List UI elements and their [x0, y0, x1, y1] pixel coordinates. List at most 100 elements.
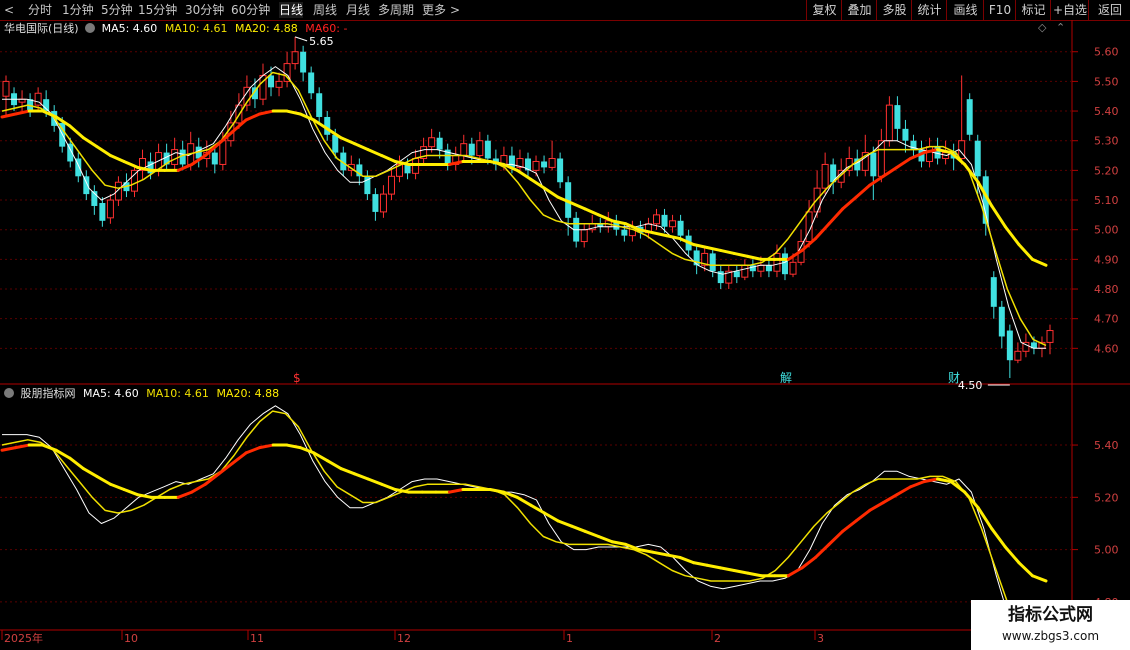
- candle-body-down: [1006, 330, 1013, 361]
- candle-body-down: [765, 265, 772, 272]
- sub-ma20-line-segment: [881, 493, 899, 505]
- candle-body-up: [387, 175, 395, 195]
- candle-body-down: [99, 203, 106, 221]
- candle-body-up: [773, 252, 781, 272]
- ma20-line-segment: [583, 207, 601, 217]
- candle-body-up: [379, 193, 387, 213]
- sub-ma20-line-segment: [814, 542, 831, 559]
- sub-ma20-line-segment: [95, 474, 112, 486]
- sub-ma20-line-segment: [488, 487, 506, 494]
- ma20-line-segment: [380, 154, 397, 163]
- high-pointer: [294, 36, 308, 42]
- watermark-title: 指标公式网: [1008, 605, 1093, 625]
- sub-ma20-line-segment: [529, 503, 546, 515]
- ma20-line-segment: [529, 177, 546, 190]
- ma20-line-segment: [366, 148, 384, 158]
- candle-body-down: [211, 152, 218, 165]
- candle-body-up: [1014, 350, 1022, 361]
- ma20-line-segment: [854, 183, 872, 199]
- date-tick-label: 2: [714, 632, 721, 645]
- candle-body-up: [757, 264, 765, 272]
- ma20-line-segment: [122, 159, 140, 169]
- y-tick-label: 4.60: [1094, 342, 1119, 355]
- sub-ma20-line-segment: [610, 540, 628, 546]
- candle-body-down: [966, 99, 973, 135]
- ma20-line-segment: [895, 157, 912, 169]
- main-y-ticks: 5.60 5.50 5.40 5.30 5.20 5.10 5.00 4.90 4.80 4.70…: [1072, 46, 1119, 355]
- candle-body-down: [557, 158, 564, 183]
- ma20-line-segment: [746, 254, 763, 261]
- ma20-line-segment: [176, 162, 194, 172]
- sub-ma20-line-segment: [1030, 574, 1048, 583]
- ma20-line-segment: [285, 109, 302, 116]
- sub-ma20-line-segment: [678, 555, 695, 565]
- ma20-line-segment: [664, 234, 682, 241]
- ma20-line-segment: [990, 204, 1007, 229]
- sub-ma20-line-segment: [285, 443, 302, 450]
- ma20-line-segment: [841, 195, 858, 211]
- sub-ma20-line-segment: [868, 501, 885, 512]
- ma20-line-segment: [244, 112, 262, 122]
- sub-ma20-line-segment: [68, 456, 85, 471]
- sub-ma20-line-segment: [556, 519, 573, 528]
- ma20-line-segment: [1030, 257, 1048, 267]
- candle-body-up: [130, 169, 138, 192]
- candle-body-down: [621, 229, 628, 236]
- sub-ma20-line-segment: [353, 472, 370, 481]
- candle-body-up: [741, 264, 749, 278]
- sub-y-tick-label: 5.20: [1094, 491, 1119, 504]
- y-tick-label: 5.20: [1094, 164, 1119, 177]
- candle-body-up: [219, 140, 227, 165]
- ma20-line-segment: [569, 201, 587, 211]
- sub-ma20-line-segment: [786, 566, 804, 578]
- candle-body-up: [580, 229, 588, 243]
- sub-ma20-line-segment: [705, 563, 723, 570]
- y-tick-label: 5.10: [1094, 194, 1119, 207]
- sub-ma20-line-segment: [244, 446, 262, 455]
- sub-ma20-line-segment: [732, 569, 750, 575]
- ma20-line-segment: [81, 136, 99, 149]
- main-gridlines: [0, 51, 1072, 349]
- ma20-line-segment: [732, 251, 750, 258]
- candle-body-up: [428, 137, 436, 148]
- ma20-line-segment: [108, 154, 126, 163]
- sub-ma20-line-segment: [719, 566, 736, 572]
- date-tick-label: 12: [397, 632, 411, 645]
- sub-ma20-line-segment: [691, 561, 709, 567]
- price-chart[interactable]: 5.60 5.50 5.40 5.30 5.20 5.10 5.00 4.90 4.80 4.70…: [0, 0, 1130, 650]
- candle-body-up: [476, 140, 484, 157]
- ma20-line-segment: [705, 245, 723, 252]
- candle-body-up: [460, 143, 468, 157]
- candle-body-up: [548, 158, 556, 168]
- ma20-line-segment: [651, 231, 668, 238]
- date-tick-label: 1: [566, 632, 573, 645]
- candle-body-down: [781, 253, 788, 275]
- candle-body-down: [308, 72, 315, 94]
- candle-body-down: [894, 105, 901, 129]
- annotations: 5.65 4.50 $ 解 财: [293, 35, 1010, 392]
- sub-ma20-line-segment: [325, 459, 343, 471]
- ma20-line-segment: [68, 124, 85, 140]
- sub-ma20-line-segment: [854, 508, 872, 523]
- event-marker-0: $: [293, 371, 301, 385]
- candle-body-down: [733, 271, 740, 278]
- event-marker-1: 解: [780, 371, 792, 385]
- candle-body-up: [2, 80, 10, 97]
- low-label: 4.50: [958, 379, 983, 392]
- candle-body-up: [106, 199, 114, 219]
- sub-ma10-line: [1, 410, 1045, 650]
- sub-ma20-line-segment: [908, 480, 926, 489]
- sub-ma20-line-segment: [583, 529, 601, 539]
- candle-body-up: [291, 51, 299, 65]
- sub-ma20-line-segment: [515, 495, 533, 507]
- candle-body-down: [541, 161, 548, 168]
- candle-body-up: [652, 214, 660, 225]
- y-tick-label: 4.70: [1094, 313, 1119, 326]
- sub-y-ticks: 5.405.205.004.80: [1072, 439, 1119, 609]
- ma20-line-segment: [447, 159, 465, 166]
- candle-body-down: [998, 306, 1005, 337]
- watermark: 指标公式网 www.zbgs3.com: [971, 600, 1130, 650]
- sub-gridlines: [0, 444, 1072, 603]
- candle-body-down: [316, 93, 323, 117]
- sub-ma20-line-segment: [380, 482, 397, 491]
